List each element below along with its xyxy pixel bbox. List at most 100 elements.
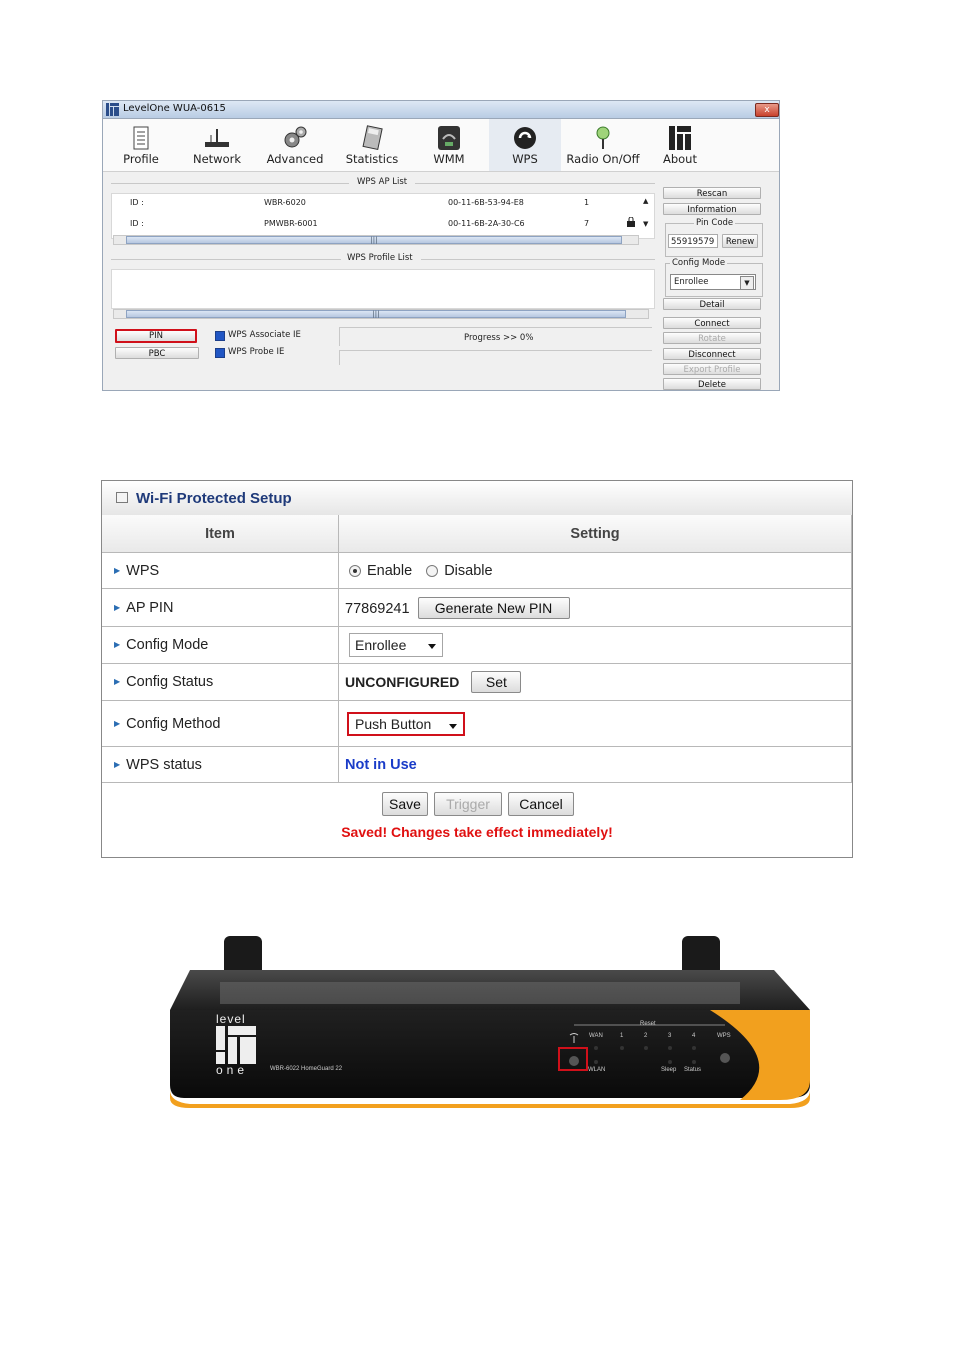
rotate-button[interactable]: Rotate [663,332,761,344]
list-item[interactable]: ID : PMWBR-6001 00-11-6B-2A-30-C6 7 [112,217,652,233]
wps-probe-ie-checkbox[interactable] [215,348,225,358]
table-row: Config Mode Enrollee [102,626,852,664]
column-setting: Setting [338,515,852,553]
table-row: Config Status UNCONFIGURED Set [102,663,852,701]
profile-list-title: WPS Profile List [347,253,413,263]
port-2-label: 2 [644,1033,648,1039]
profile-list-hscrollbar[interactable]: ||| [113,309,649,319]
wlan-button[interactable] [569,1056,579,1066]
toolbar-label: WPS [512,152,538,166]
progress-text: Progress >> 0% [464,333,534,343]
port-3-label: 3 [668,1033,672,1039]
cancel-button[interactable]: Cancel [508,792,574,816]
network-icon [205,129,229,147]
toolbar-label: About [662,152,697,166]
panel-title: Wi-Fi Protected Setup [136,490,292,507]
config-method-label: Config Method [102,700,339,747]
config-status-label: Config Status [102,663,339,701]
export-profile-button[interactable]: Export Profile [663,363,761,375]
generate-new-pin-button[interactable]: Generate New PIN [417,596,570,619]
toolbar-radio-onoff[interactable]: Radio On/Off [563,119,643,171]
brand-one: one [216,1063,249,1077]
scroll-up-arrow-icon[interactable]: ▲ [643,197,648,205]
divider [421,259,655,260]
disconnect-button[interactable]: Disconnect [663,348,761,360]
levelone-logo-icon [669,126,691,150]
scrollbar-thumb[interactable]: ||| [126,236,622,244]
row-ssid: PMWBR-6001 [264,219,318,228]
wps-associate-ie-checkbox[interactable] [215,331,225,341]
config-mode-setting: Enrollee [338,626,852,664]
router-front [170,1010,810,1098]
profile-icon [133,126,149,150]
row-mac: 00-11-6B-53-94-E8 [448,198,524,207]
config-mode-select[interactable]: Enrollee [349,633,443,657]
panel-header: Wi-Fi Protected Setup [102,481,852,516]
ap-pin-setting: 77869241 Generate New PIN [338,588,852,627]
router-model: WBR-6022 HomeGuard 22 [270,1066,343,1072]
connect-button[interactable]: Connect [663,317,761,329]
ap-list[interactable]: ID : WBR-6020 00-11-6B-53-94-E8 1 ID : P… [111,193,655,239]
table-header-row: Item Setting [102,515,852,553]
status-field [339,350,652,365]
toolbar-advanced[interactable]: Advanced [259,119,331,171]
window-title: LevelOne WUA-0615 [123,103,226,114]
row-channel: 7 [584,219,590,228]
wps-settings-table: Item Setting WPS Enable Disable AP PIN 7… [102,515,852,783]
title-bar: LevelOne WUA-0615 x [103,101,779,119]
toolbar-label: WMM [433,152,465,166]
radio-antenna-icon [596,126,610,149]
wlan-label: WLAN [588,1067,606,1073]
scroll-down-arrow-icon[interactable]: ▼ [643,220,648,228]
pin-code-field[interactable]: 55919579 [668,234,718,248]
toolbar-label: Statistics [345,152,399,166]
pin-button[interactable]: PIN [115,329,197,343]
port-1-label: 1 [620,1033,624,1039]
ap-list-hscrollbar[interactable]: ||| [113,235,639,245]
toolbar-label: Profile [123,152,159,166]
set-button[interactable]: Set [471,671,522,693]
row-id-label: ID : [130,219,144,228]
delete-button[interactable]: Delete [663,378,761,390]
panel-icon [116,492,128,503]
pbc-button[interactable]: PBC [115,347,199,359]
reset-label: Reset [640,1021,656,1027]
trigger-button[interactable]: Trigger [434,792,502,816]
toolbar-statistics[interactable]: Statistics [336,119,408,171]
ap-list-title: WPS AP List [357,177,408,187]
wps-enable-radio[interactable] [349,564,361,577]
toolbar-label: Advanced [266,152,324,166]
wps-disable-radio[interactable] [426,564,439,577]
rescan-button[interactable]: Rescan [663,187,761,199]
toolbar-profile[interactable]: Profile [105,119,177,171]
close-button[interactable]: x [755,103,779,117]
config-status-setting: UNCONFIGURED Set [338,663,852,701]
port-4-label: 4 [692,1033,696,1039]
scrollbar-thumb[interactable]: ||| [126,310,626,318]
row-ssid: WBR-6020 [264,198,306,207]
config-method-select[interactable]: Push Button [347,711,465,736]
enable-label: Enable [367,562,413,579]
toolbar-wmm[interactable]: WMM [413,119,485,171]
ap-pin-label: AP PIN [102,588,339,627]
wps-icon [514,127,536,149]
pin-code-group: Pin Code 55919579 Renew [665,218,763,257]
renew-button[interactable]: Renew [722,234,758,248]
toolbar-about[interactable]: About [643,119,717,171]
sleep-label: Sleep [661,1067,677,1073]
table-row: Config Method Push Button [102,700,852,747]
toolbar-network[interactable]: Network [181,119,253,171]
brand-level: level [216,1012,246,1026]
information-button[interactable]: Information [663,203,761,215]
chevron-down-icon[interactable]: ▼ [740,276,754,290]
save-button[interactable]: Save [382,792,428,816]
profile-list[interactable] [111,269,655,309]
toolbar-wps[interactable]: WPS [489,119,561,171]
config-mode-value: Enrollee [674,277,709,287]
divider [111,183,349,184]
wps-status-value: Not in Use [345,756,417,773]
wps-button[interactable] [720,1053,730,1063]
detail-button[interactable]: Detail [663,298,761,310]
list-item[interactable]: ID : WBR-6020 00-11-6B-53-94-E8 1 [112,198,652,212]
config-mode-select[interactable]: Enrollee ▼ [670,274,756,290]
